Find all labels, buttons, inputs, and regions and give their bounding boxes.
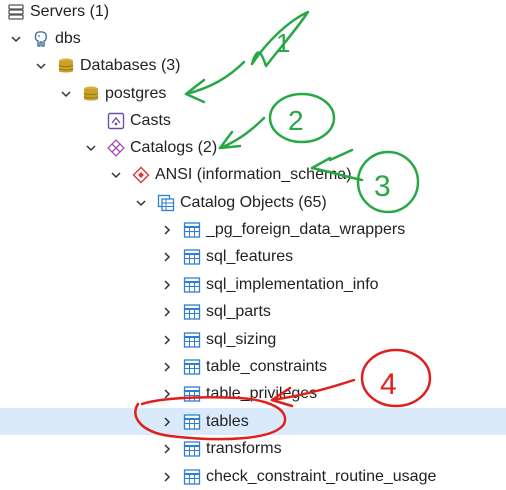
tree-node-table[interactable]: sql_features bbox=[0, 243, 506, 270]
tree-node-postgres[interactable]: postgres bbox=[0, 80, 506, 107]
chevron-right-icon[interactable] bbox=[160, 278, 174, 292]
chevron-down-icon[interactable] bbox=[9, 32, 23, 46]
database-icon bbox=[57, 57, 75, 75]
databases-label: Databases (3) bbox=[80, 56, 181, 74]
table-icon bbox=[183, 331, 201, 349]
table-label: _pg_foreign_data_wrappers bbox=[206, 220, 406, 238]
tree-node-table[interactable]: table_constraints bbox=[0, 353, 506, 380]
catalogs-label: Catalogs (2) bbox=[130, 138, 218, 156]
chevron-right-icon[interactable] bbox=[160, 333, 174, 347]
tree-node-table[interactable]: table_privileges bbox=[0, 380, 506, 407]
table-icon bbox=[183, 248, 201, 266]
postgres-elephant-icon bbox=[32, 30, 50, 48]
tree-node-table[interactable]: tables bbox=[0, 408, 506, 435]
table-icon bbox=[183, 358, 201, 376]
chevron-down-icon[interactable] bbox=[59, 87, 73, 101]
tree-node-table[interactable]: _pg_foreign_data_wrappers bbox=[0, 216, 506, 243]
chevron-right-icon[interactable] bbox=[160, 470, 174, 484]
chevron-down-icon[interactable] bbox=[34, 59, 48, 73]
tree-node-casts[interactable]: Casts bbox=[0, 107, 506, 134]
table-label: table_privileges bbox=[206, 384, 318, 402]
postgres-label: postgres bbox=[105, 84, 167, 102]
chevron-right-icon[interactable] bbox=[160, 442, 174, 456]
chevron-down-icon[interactable] bbox=[109, 168, 123, 182]
chevron-down-icon[interactable] bbox=[134, 196, 148, 210]
database-icon bbox=[82, 85, 100, 103]
tree-node-ansi[interactable]: ANSI (information_schema) bbox=[0, 161, 506, 188]
table-label: tables bbox=[206, 412, 249, 430]
table-label: sql_parts bbox=[206, 302, 271, 320]
table-icon bbox=[183, 221, 201, 239]
chevron-right-icon[interactable] bbox=[160, 305, 174, 319]
cast-icon bbox=[107, 112, 125, 130]
table-icon bbox=[183, 385, 201, 403]
table-label: table_constraints bbox=[206, 357, 327, 375]
catalog-diamond-icon bbox=[132, 166, 150, 184]
tree-node-catalog-objects[interactable]: Catalog Objects (65) bbox=[0, 189, 506, 216]
chevron-right-icon[interactable] bbox=[160, 223, 174, 237]
table-icon bbox=[183, 440, 201, 458]
catalog-icon bbox=[107, 138, 125, 157]
table-label: sql_sizing bbox=[206, 330, 277, 348]
ansi-label: ANSI (information_schema) bbox=[155, 165, 352, 183]
servers-label: Servers (1) bbox=[30, 2, 110, 20]
chevron-right-icon[interactable] bbox=[160, 360, 174, 374]
table-label: sql_features bbox=[206, 247, 294, 265]
tree-node-servers[interactable]: Servers (1) bbox=[0, 0, 506, 25]
table-icon bbox=[183, 468, 201, 486]
catalog-objects-label: Catalog Objects (65) bbox=[180, 193, 327, 211]
object-explorer-tree: Servers (1) dbs Databases (3) postgres C… bbox=[0, 0, 506, 489]
table-label: sql_implementation_info bbox=[206, 275, 379, 293]
tree-node-table[interactable]: sql_parts bbox=[0, 298, 506, 325]
table-icon bbox=[183, 303, 201, 321]
tree-node-dbs[interactable]: dbs bbox=[0, 25, 506, 52]
chevron-right-icon[interactable] bbox=[160, 415, 174, 429]
casts-label: Casts bbox=[130, 111, 171, 129]
tree-node-table[interactable]: sql_sizing bbox=[0, 326, 506, 353]
catalog-objects-icon bbox=[157, 194, 175, 212]
chevron-down-icon[interactable] bbox=[84, 141, 98, 155]
dbs-label: dbs bbox=[55, 29, 81, 47]
tree-node-databases[interactable]: Databases (3) bbox=[0, 52, 506, 79]
table-label: check_constraint_routine_usage bbox=[206, 467, 437, 485]
tree-node-catalogs[interactable]: Catalogs (2) bbox=[0, 134, 506, 161]
tree-node-table[interactable]: sql_implementation_info bbox=[0, 271, 506, 298]
table-icon bbox=[183, 413, 201, 431]
tree-node-table[interactable]: transforms bbox=[0, 435, 506, 462]
chevron-right-icon[interactable] bbox=[160, 250, 174, 264]
table-icon bbox=[183, 276, 201, 294]
tree-node-table[interactable]: check_constraint_routine_usage bbox=[0, 463, 506, 490]
server-icon bbox=[7, 3, 25, 21]
table-label: transforms bbox=[206, 439, 282, 457]
chevron-right-icon[interactable] bbox=[160, 387, 174, 401]
